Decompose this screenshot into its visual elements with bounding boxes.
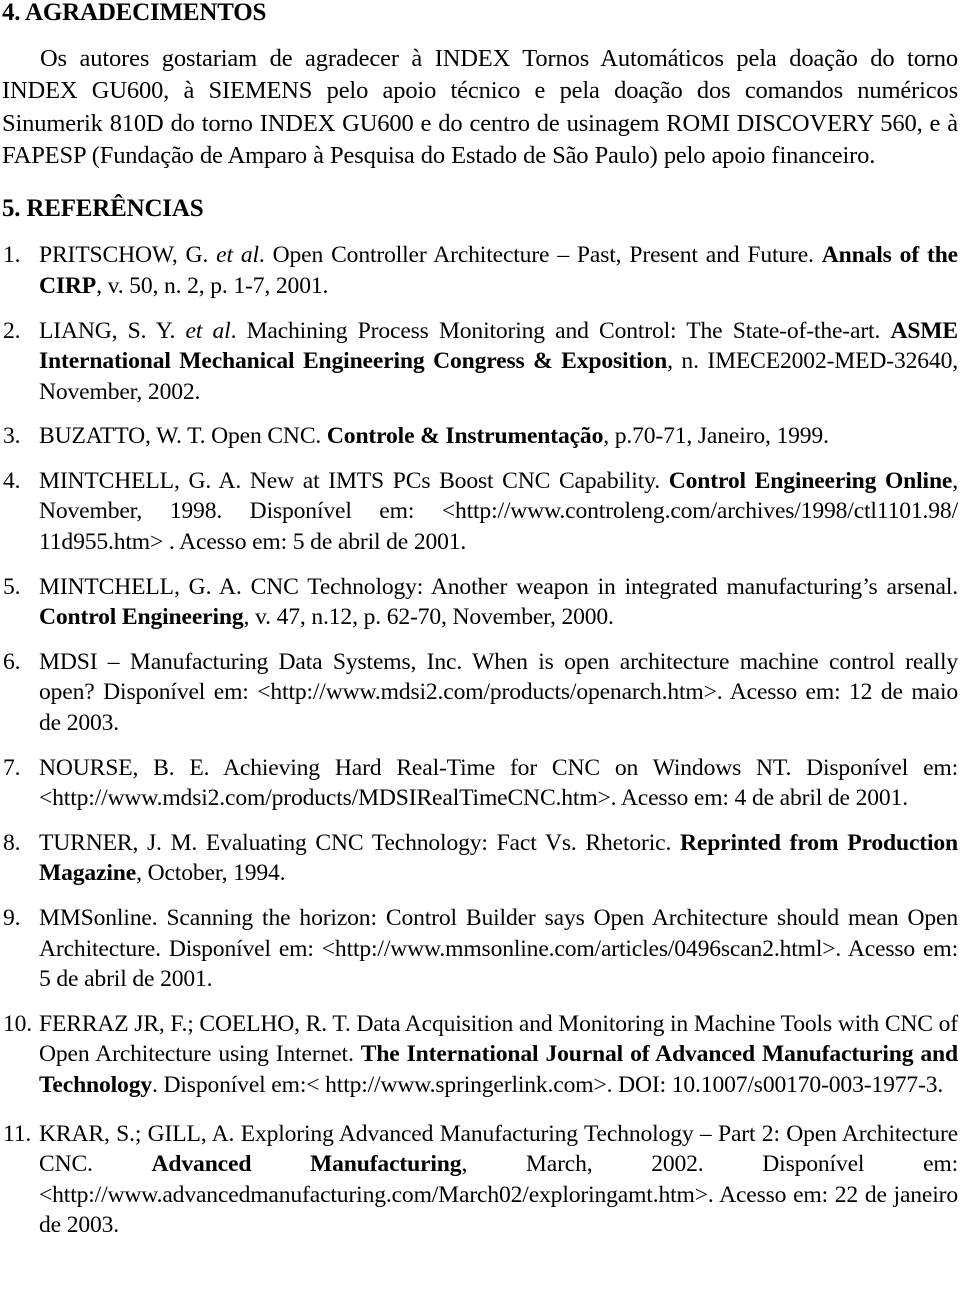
reference-item: 6. MDSI – Manufacturing Data Systems, Inc… (2, 647, 958, 739)
reference-text-run: , v. 50, n. 2, p. 1-7, 2001. (96, 272, 329, 299)
reference-text-run: MMSonline. Scanning the horizon: Control… (39, 905, 958, 993)
reference-number: 1. (3, 242, 21, 269)
reference-text-run: MINTCHELL, G. A. CNC Technology: Another… (39, 573, 958, 600)
reference-text-run: MDSI – Manufacturing Data Systems, Inc. … (39, 648, 958, 737)
reference-number: 2. (3, 317, 21, 344)
reference-emphasis-bold: Control Engineering Online (668, 467, 953, 494)
reference-text: BUZATTO, W. T. Open CNC. Controle & Inst… (39, 421, 958, 452)
reference-text: MDSI – Manufacturing Data Systems, Inc. … (39, 647, 958, 739)
reference-text: MINTCHELL, G. A. New at IMTS PCs Boost C… (39, 466, 958, 558)
reference-text-run: , v. 47, n.12, p. 62-70, November, 2000. (243, 604, 614, 631)
reference-item: 1. PRITSCHOW, G. et al. Open Controller A… (2, 240, 958, 301)
acknowledgments-heading: 4. AGRADECIMENTOS (2, 0, 267, 26)
reference-text-run: LIANG, S. Y. (39, 317, 186, 344)
reference-text: KRAR, S.; GILL, A. Exploring Advanced Ma… (39, 1119, 958, 1241)
reference-number: 8. (3, 829, 21, 856)
reference-emphasis-italic: et al (185, 317, 231, 344)
reference-text-run: BUZATTO, W. T. Open CNC. (39, 423, 327, 450)
reference-item: 3. BUZATTO, W. T. Open CNC. Controle & In… (2, 421, 958, 452)
reference-text-run: . Disponível em:< http://www.springerlin… (152, 1071, 944, 1098)
reference-number: 11. (3, 1120, 32, 1147)
references-heading: 5. REFERÊNCIAS (2, 195, 204, 223)
reference-text-run: . Machining Process Monitoring and Contr… (230, 317, 891, 344)
reference-item: 5. MINTCHELL, G. A. CNC Technology: Anoth… (2, 572, 958, 633)
reference-number: 10. (3, 1010, 33, 1037)
reference-text-run: , p.70-71, Janeiro, 1999. (603, 423, 829, 450)
references-spacer (2, 222, 958, 240)
reference-text: LIANG, S. Y. et al. Machining Process Mo… (39, 316, 958, 408)
reference-item: 10. FERRAZ JR, F.; COELHO, R. T. Data Acq… (2, 1009, 958, 1101)
reference-number: 6. (3, 648, 21, 675)
reference-number: 7. (3, 754, 21, 781)
reference-text: MMSonline. Scanning the horizon: Control… (39, 903, 958, 995)
reference-item: 2. LIANG, S. Y. et al. Machining Process … (2, 316, 958, 408)
acknowledgments-paragraph: Os autores gostariam de agradecer à INDE… (2, 45, 958, 169)
reference-text: TURNER, J. M. Evaluating CNC Technology:… (39, 828, 958, 889)
reference-list: 1. PRITSCHOW, G. et al. Open Controller A… (2, 240, 958, 1241)
reference-text: PRITSCHOW, G. et al. Open Controller Arc… (39, 240, 958, 301)
reference-text: FERRAZ JR, F.; COELHO, R. T. Data Acquis… (39, 1009, 958, 1101)
reference-text-run: MINTCHELL, G. A. New at IMTS PCs Boost C… (39, 467, 669, 494)
reference-emphasis-bold: Controle & Instrumentação (326, 423, 604, 450)
reference-number: 5. (3, 573, 21, 600)
reference-item: 7. NOURSE, B. E. Achieving Hard Real-Time… (2, 753, 958, 814)
reference-text: MINTCHELL, G. A. CNC Technology: Another… (39, 572, 958, 633)
reference-item: 11. KRAR, S.; GILL, A. Exploring Advanced… (2, 1119, 958, 1241)
reference-text-run: TURNER, J. M. Evaluating CNC Technology:… (39, 829, 680, 856)
reference-emphasis-italic: et al (216, 242, 259, 269)
document-page: 4. AGRADECIMENTOS Os autores gostariam d… (0, 0, 960, 1316)
reference-text-run: . Open Controller Architecture – Past, P… (258, 242, 822, 269)
reference-item: 4. MINTCHELL, G. A. New at IMTS PCs Boost… (2, 466, 958, 558)
reference-number: 9. (3, 905, 21, 931)
reference-number: 4. (3, 467, 21, 494)
reference-item: 9. MMSonline. Scanning the horizon: Contr… (2, 903, 958, 995)
reference-text-run: , October, 1994. (136, 860, 286, 887)
reference-item: 8. TURNER, J. M. Evaluating CNC Technolog… (2, 828, 958, 889)
reference-text-run: PRITSCHOW, G. (39, 242, 217, 269)
reference-text-run: NOURSE, B. E. Achieving Hard Real-Time f… (39, 754, 958, 812)
reference-text: NOURSE, B. E. Achieving Hard Real-Time f… (39, 753, 958, 814)
reference-number: 3. (3, 423, 21, 450)
reference-emphasis-bold: Advanced Manufacturing (151, 1151, 462, 1178)
reference-emphasis-bold: Control Engineering (39, 604, 244, 631)
